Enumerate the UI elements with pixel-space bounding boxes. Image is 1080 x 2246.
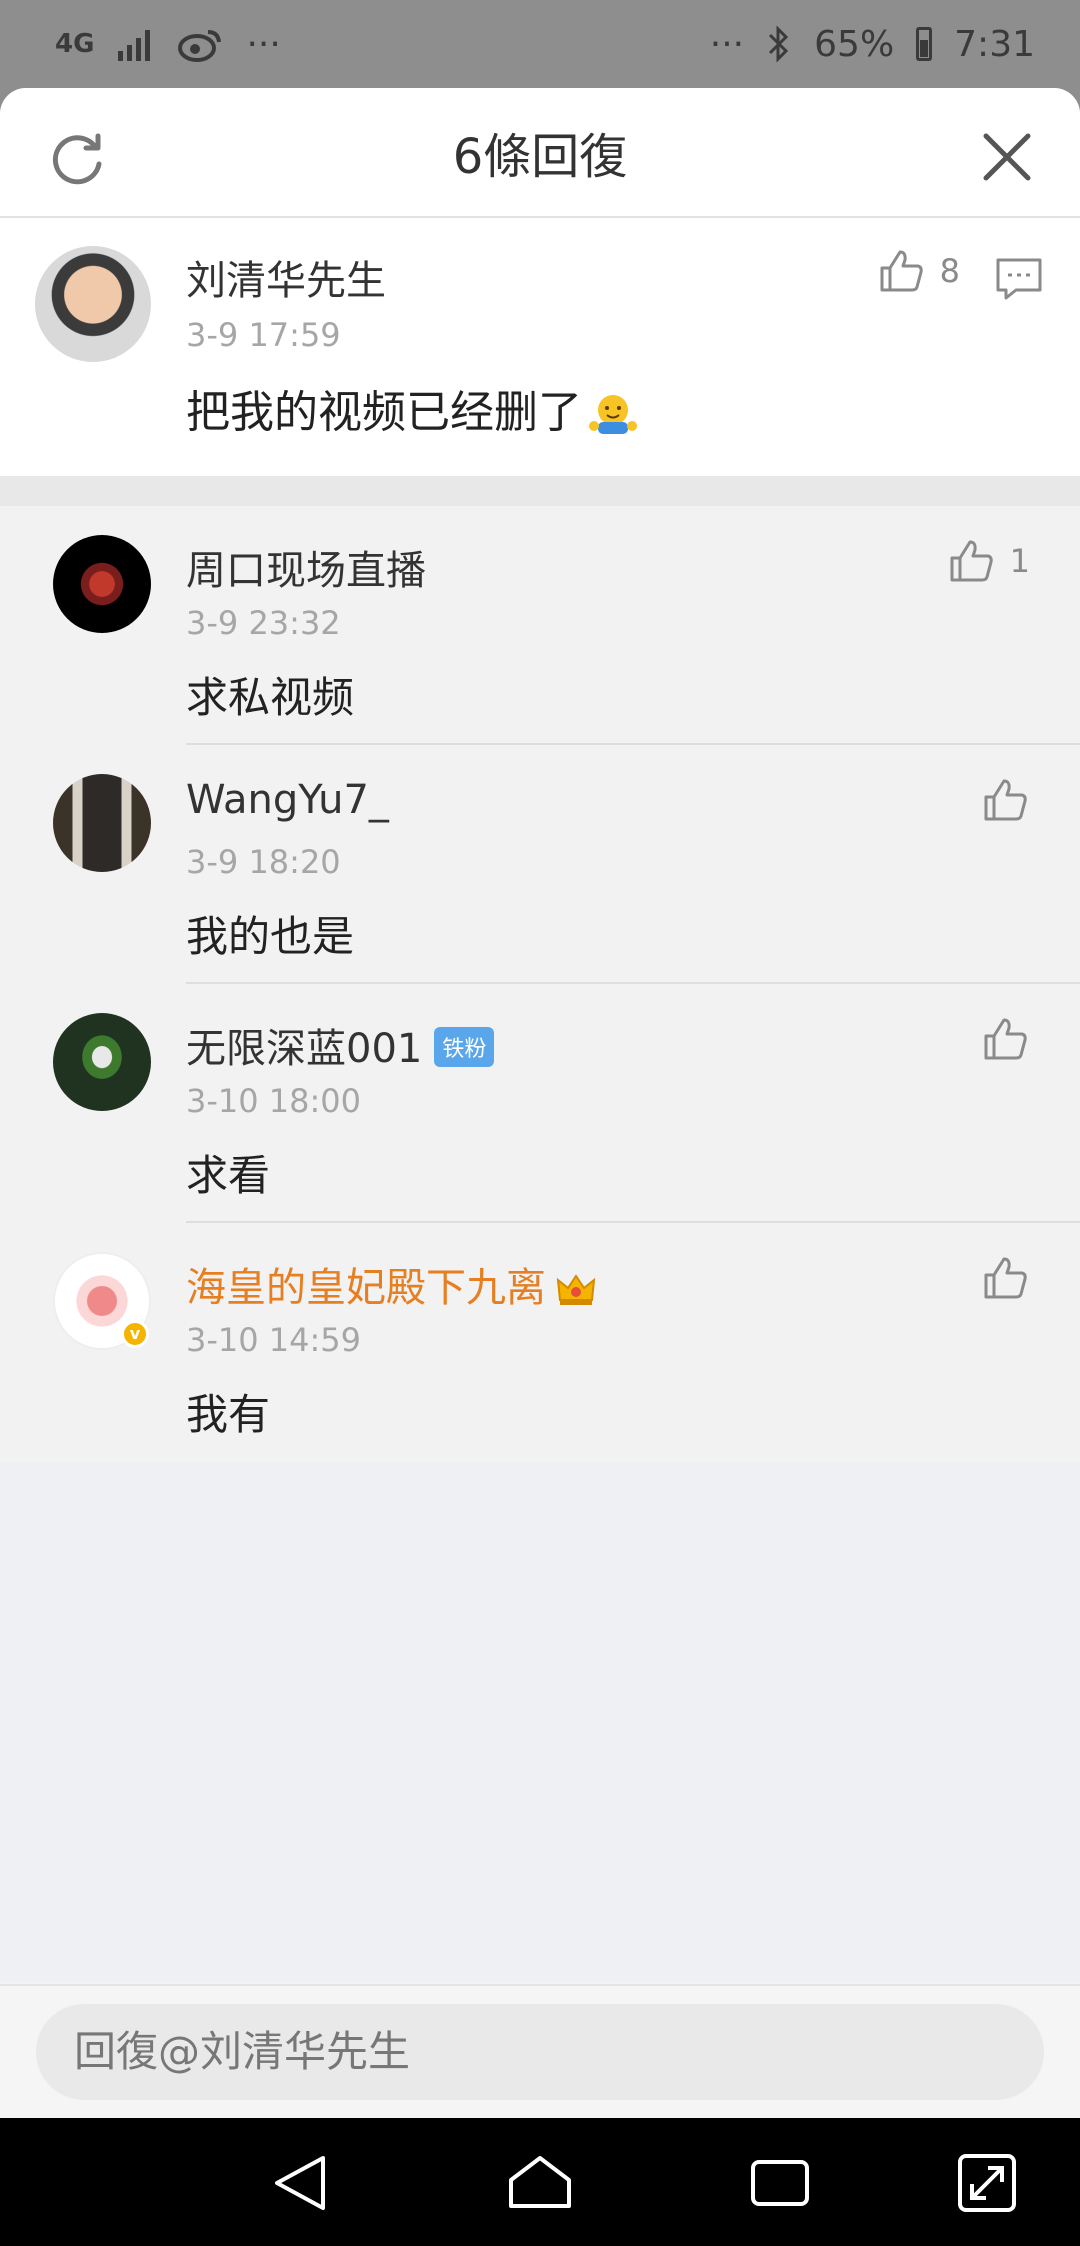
page-title: 6條回復 <box>452 129 628 185</box>
fan-badge: 铁粉 <box>434 1027 495 1067</box>
crown-icon <box>556 1274 596 1305</box>
status-more-left: ··· <box>246 23 281 65</box>
close-icon[interactable] <box>978 128 1036 186</box>
avatar[interactable] <box>53 774 151 872</box>
system-nav-bar <box>0 2118 1080 2246</box>
reply-input-bar: 回復@刘清华先生 <box>0 1984 1080 2118</box>
home-icon[interactable] <box>505 2148 575 2218</box>
like-button[interactable]: 1 <box>946 536 1030 586</box>
hug-emoji-icon <box>589 395 637 434</box>
replies-sheet: 6條回復 刘清华先生 3-9 17:59 把我的视频已经删了 8 周口现场直播 … <box>0 88 1080 2118</box>
main-comment: 刘清华先生 3-9 17:59 把我的视频已经删了 8 <box>0 218 1080 476</box>
thumbs-up-icon <box>984 779 1027 821</box>
reply-time: 3-9 23:32 <box>186 604 341 642</box>
reply-author-name: 海皇的皇妃殿下九离 <box>186 1265 546 1311</box>
thumbs-up-icon <box>984 1257 1027 1299</box>
reply-item[interactable]: WangYu7_ 3-9 18:20 我的也是 <box>0 745 1080 984</box>
reply-time: 3-10 14:59 <box>186 1321 362 1359</box>
reply-time: 3-10 18:00 <box>186 1082 362 1120</box>
network-indicator: 4G <box>55 29 95 59</box>
avatar[interactable] <box>53 1013 151 1111</box>
like-button[interactable] <box>980 775 1030 825</box>
verified-badge-icon: v <box>121 1320 149 1348</box>
reply-content: 我有 <box>186 1390 271 1439</box>
recent-apps-icon[interactable] <box>745 2148 815 2218</box>
status-more-right: ··· <box>709 23 745 65</box>
reply-item[interactable]: 周口现场直播 3-9 23:32 求私视频 1 <box>0 506 1080 745</box>
status-left: 4G ··· <box>55 24 281 65</box>
like-button[interactable] <box>980 1014 1030 1064</box>
reply-list: 周口现场直播 3-9 23:32 求私视频 1 WangYu7_ 3-9 18:… <box>0 506 1080 1462</box>
refresh-icon[interactable] <box>46 128 108 190</box>
avatar[interactable] <box>53 535 151 633</box>
comment-text: 把我的视频已经删了 <box>186 387 582 438</box>
reply-author[interactable]: WangYu7_ <box>186 777 389 823</box>
comment-time: 3-9 17:59 <box>186 316 341 354</box>
battery-percent: 65% <box>814 23 895 65</box>
like-count: 1 <box>1009 542 1030 580</box>
section-divider <box>0 476 1080 506</box>
reply-author[interactable]: 无限深蓝001 铁粉 <box>186 1016 495 1074</box>
battery-icon <box>916 27 933 61</box>
reply-author[interactable]: 周口现场直播 <box>186 538 426 596</box>
like-button[interactable]: 8 <box>876 246 960 296</box>
comment-icon[interactable] <box>994 254 1044 304</box>
reply-item[interactable]: 无限深蓝001 铁粉 3-10 18:00 求看 <box>0 984 1080 1223</box>
comment-content: 把我的视频已经删了 <box>186 376 638 440</box>
commenter-name[interactable]: 刘清华先生 <box>186 248 386 306</box>
reply-time: 3-9 18:20 <box>186 843 341 881</box>
reply-input[interactable]: 回復@刘清华先生 <box>36 2004 1044 2100</box>
back-icon[interactable] <box>265 2148 335 2218</box>
avatar[interactable] <box>35 246 151 362</box>
clock: 7:31 <box>954 23 1035 65</box>
thumbs-up-icon <box>880 250 923 292</box>
reply-content: 我的也是 <box>186 912 355 961</box>
reply-content: 求看 <box>186 1151 271 1200</box>
reply-content: 求私视频 <box>186 673 355 722</box>
empty-area <box>0 1462 1080 1982</box>
bluetooth-icon <box>769 25 789 63</box>
signal-icon <box>118 30 151 61</box>
thumbs-up-icon <box>950 540 993 582</box>
reply-author[interactable]: 海皇的皇妃殿下九离 <box>186 1255 596 1313</box>
like-count: 8 <box>939 252 960 290</box>
weibo-icon <box>178 30 222 62</box>
reply-author-name: 无限深蓝001 <box>186 1026 423 1072</box>
sheet-header: 6條回復 <box>0 88 1080 218</box>
thumbs-up-icon <box>984 1018 1027 1060</box>
status-bar: 4G ··· ··· 65% 7:31 <box>0 0 1080 88</box>
like-button[interactable] <box>980 1253 1030 1303</box>
status-right: ··· 65% 7:31 <box>710 24 1035 65</box>
expand-icon[interactable] <box>952 2148 1022 2218</box>
reply-item[interactable]: v 海皇的皇妃殿下九离 3-10 14:59 我有 <box>0 1223 1080 1462</box>
